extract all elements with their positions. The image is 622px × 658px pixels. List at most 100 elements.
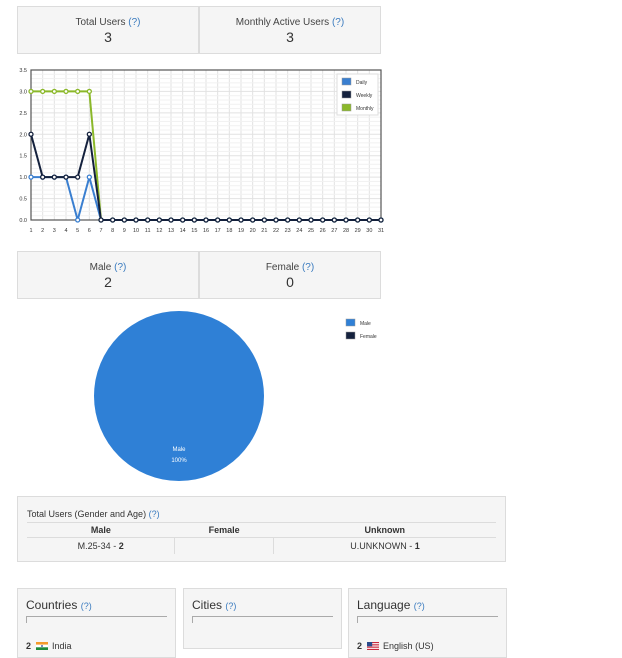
legend-swatch [341,90,352,99]
y-tick-label: 0.5 [19,197,27,203]
x-tick-label: 31 [378,228,384,234]
y-tick-label: 2.0 [19,132,27,138]
legend-swatch [341,77,352,86]
x-tick-label: 5 [76,228,79,234]
stat-label: Total Users (?) [18,17,198,28]
series-point-weekly [261,217,267,223]
stat-value: 3 [286,29,294,45]
cell-count: 2 [118,541,124,551]
table-header-row: Male Female Unknown [27,522,496,538]
y-tick-label: 1.0 [19,175,27,181]
panel-title: Language (?) [357,598,425,612]
series-point-weekly [366,217,372,223]
stat-value: 3 [104,29,112,45]
series-point-daily [86,174,92,180]
x-tick-label: 22 [273,228,279,234]
y-tick-label: 2.5 [19,111,27,117]
item-label: India [52,641,72,651]
x-tick-label: 13 [168,228,174,234]
table-title-text: Total Users (Gender and Age) [27,509,147,519]
help-link[interactable]: (?) [149,509,160,519]
x-tick-label: 25 [308,228,314,234]
x-tick-label: 24 [296,228,302,234]
series-point-weekly [226,217,232,223]
series-point-weekly [51,174,57,180]
panel-title-text: Countries [26,598,78,612]
help-link[interactable]: (?) [81,601,92,611]
series-point-monthly [40,88,46,95]
series-point-daily [28,174,34,180]
help-link[interactable]: (?) [332,17,344,28]
series-point-monthly [75,88,81,95]
series-point-weekly [110,217,116,223]
gender-pie-chart: Male 100% Male Female [94,311,377,481]
cell-count: 1 [414,541,420,551]
series-point-weekly [308,217,314,223]
series-point-weekly [156,217,162,223]
stat-label-text: Male [89,262,112,273]
help-link[interactable]: (?) [114,262,126,273]
stat-label: Male (?) [18,262,198,273]
legend-label: Male [360,321,371,327]
y-tick-label: 0.0 [19,218,27,224]
x-tick-label: 19 [238,228,244,234]
x-tick-label: 3 [53,228,56,234]
series-point-weekly [98,217,104,223]
header-male: Male [27,522,175,538]
legend-label: Weekly [356,93,373,99]
pie-data-label-percent: 100% [171,458,187,464]
india-flag-icon [35,642,48,650]
countries-panel: Countries (?) 2 India [17,588,176,658]
legend-label: Daily [356,80,368,86]
x-tick-label: 8 [111,228,114,234]
series-point-weekly [273,217,279,223]
item-count: 2 [26,641,32,651]
series-point-weekly [191,217,197,223]
help-link[interactable]: (?) [225,601,236,611]
series-point-weekly [343,217,349,223]
stat-label-text: Monthly Active Users [235,17,330,28]
series-point-weekly [250,217,256,223]
stat-value: 2 [104,274,112,290]
legend-label: Female [360,334,377,340]
help-link[interactable]: (?) [302,262,314,273]
help-link[interactable]: (?) [414,601,425,611]
y-tick-label: 1.5 [19,154,27,160]
language-panel: Language (?) 2 English (US) [348,588,507,658]
stat-label: Female (?) [200,262,380,273]
series-point-weekly [285,217,291,223]
x-tick-label: 29 [355,228,361,234]
stat-label-text: Total Users [75,17,126,28]
x-tick-label: 9 [123,228,126,234]
help-link[interactable]: (?) [128,17,140,28]
series-point-weekly [238,217,244,223]
x-tick-label: 2 [41,228,44,234]
series-point-weekly [331,217,337,223]
x-tick-label: 7 [99,228,102,234]
header-female: Female [174,522,274,538]
legend-swatch [345,331,356,340]
stat-male: Male (?) 2 [17,251,199,299]
stat-label: Monthly Active Users (?) [200,17,380,28]
series-point-weekly [145,217,151,223]
series-point-weekly [320,217,326,223]
series-point-weekly [355,217,361,223]
x-tick-label: 15 [191,228,197,234]
series-point-weekly [28,131,34,137]
header-unknown: Unknown [273,522,496,538]
x-tick-label: 17 [215,228,221,234]
series-point-weekly [215,217,221,223]
active-users-line-chart: 0.00.51.01.52.02.53.03.51 2 3 4 5 6 7 8 9 10 11 12 1… [19,68,384,234]
cell-male: M.25-34 - 2 [27,538,175,555]
x-tick-label: 26 [320,228,326,234]
panel-title-text: Language [357,598,411,612]
x-tick-label: 1 [29,228,32,234]
cell-prefix: U.UNKNOWN - [350,541,415,551]
us-flag-icon [366,642,379,650]
legend-swatch [345,318,356,327]
stat-total-users: Total Users (?) 3 [17,6,199,54]
cell-prefix: M.25-34 - [77,541,119,551]
series-point-weekly [180,217,186,223]
stat-label-text: Female [265,262,300,273]
y-tick-label: 3.0 [19,89,27,95]
